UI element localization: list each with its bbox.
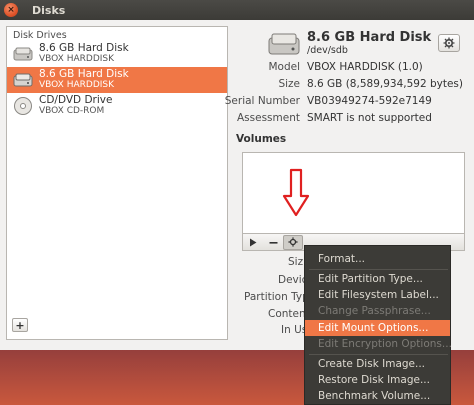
assessment-value: SMART is not supported [307,112,432,124]
disk-title: 8.6 GB Hard Disk [307,30,432,45]
optical-drive-icon [14,97,32,115]
title-bar: × Disks [0,0,474,20]
model-value: VBOX HARDDISK (1.0) [307,61,423,73]
menu-item-format[interactable]: Format... [305,251,450,267]
gear-icon [288,237,298,247]
contents-label-partial: Conten [268,308,306,320]
volume-context-menu: Format... Edit Partition Type... Edit Fi… [304,245,452,405]
menu-item-edit-filesystem-label[interactable]: Edit Filesystem Label... [305,287,450,303]
disk-settings-button[interactable] [438,34,460,52]
volumes-graphic[interactable] [242,152,465,234]
drive-name: 8.6 GB Hard Disk [39,68,129,80]
drive-model: VBOX CD-ROM [39,106,105,116]
menu-item-edit-partition-type[interactable]: Edit Partition Type... [305,271,450,287]
play-icon [250,238,257,246]
disk-device-path: /dev/sdb [307,45,348,56]
drive-name: 8.6 GB Hard Disk [39,42,129,54]
partition-type-label-partial: Partition Typ [244,291,309,303]
assessment-label: Assessment [237,112,300,124]
menu-separator [309,269,448,270]
window-title: Disks [32,3,66,17]
delete-partition-button[interactable] [263,235,283,250]
minus-icon [269,241,277,244]
size-label-partial: Siz [288,256,304,268]
menu-item-create-disk-image[interactable]: Create Disk Image... [305,356,450,372]
volumes-heading: Volumes [236,133,287,145]
menu-item-restore-disk-image[interactable]: Restore Disk Image... [305,372,450,388]
hard-disk-icon [13,47,33,61]
hard-disk-icon [268,33,300,55]
serial-number-value: VB03949274-592e7149 [307,95,432,107]
disk-drives-section-label: Disk Drives [13,30,67,41]
disk-drives-list: Disk Drives 8.6 GB Hard Disk VBOX HARDDI… [6,26,228,340]
close-button[interactable]: × [4,3,18,17]
drive-item-hdd-2[interactable]: 8.6 GB Hard Disk VBOX HARDDISK [7,67,227,93]
drive-name: CD/DVD Drive [39,94,113,106]
model-label: Model [268,61,300,73]
menu-separator [309,354,448,355]
drive-item-hdd-1[interactable]: 8.6 GB Hard Disk VBOX HARDDISK [7,41,227,67]
more-actions-button[interactable] [283,234,303,250]
menu-item-edit-encryption-options: Edit Encryption Options... [318,338,452,350]
drive-item-cd-dvd[interactable]: CD/DVD Drive VBOX CD-ROM [7,93,227,119]
gear-icon [443,37,455,49]
drive-model: VBOX HARDDISK [39,54,115,64]
size-value: 8.6 GB (8,589,934,592 bytes) [307,78,463,90]
annotation-arrow-icon [282,168,310,217]
serial-number-label: Serial Number [224,95,300,107]
size-label: Size [278,78,300,90]
hard-disk-icon [13,73,33,87]
mount-button[interactable] [243,235,263,250]
drive-model: VBOX HARDDISK [39,80,115,90]
menu-item-change-passphrase: Change Passphrase... [318,305,431,317]
add-drive-button[interactable]: + [12,318,28,332]
menu-item-edit-mount-options[interactable]: Edit Mount Options... [305,320,450,336]
menu-item-benchmark-volume[interactable]: Benchmark Volume... [305,388,450,404]
